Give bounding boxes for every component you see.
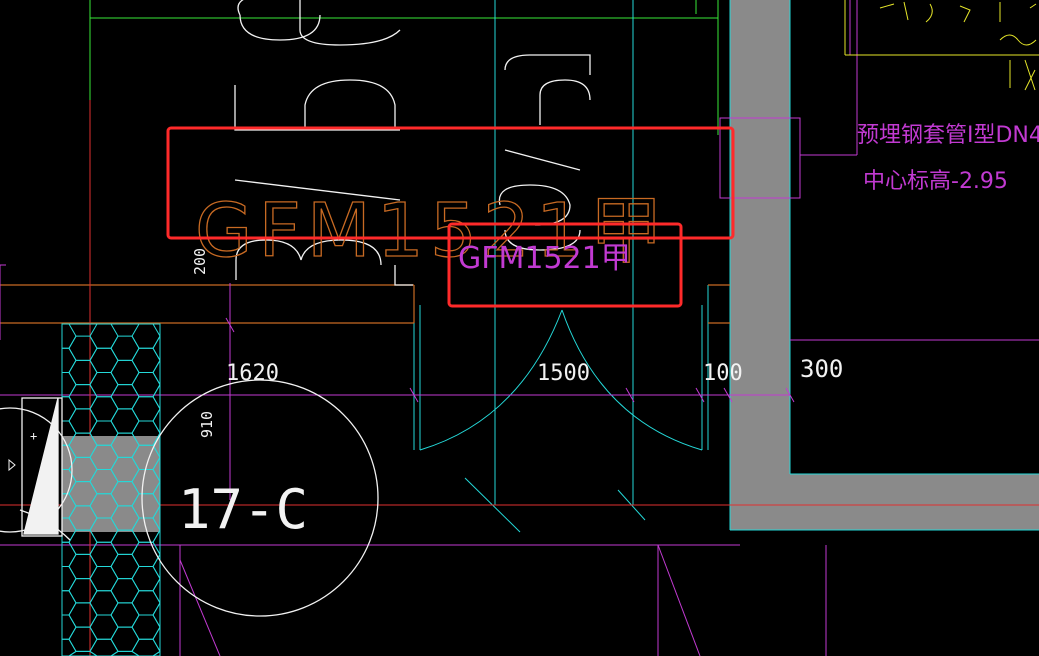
hex-cell: [61, 566, 77, 592]
hex-cell: [68, 408, 98, 434]
hex-cell: [110, 359, 140, 386]
hex-cell: [61, 347, 77, 373]
insulation-hatch: [61, 323, 161, 656]
dim-1620[interactable]: 1620: [226, 361, 279, 386]
hex-cell: [131, 638, 161, 656]
hex-cell: [110, 578, 140, 604]
hex-cell: [110, 602, 140, 628]
hex-cell: [131, 566, 161, 592]
hex-cell: [89, 590, 119, 616]
hex-cell: [68, 650, 98, 656]
hex-cell: [61, 590, 77, 616]
hex-cell: [89, 614, 119, 640]
hex-cell: [152, 407, 161, 435]
hex-cell: [68, 626, 98, 652]
hex-cell: [131, 347, 161, 373]
hex-cell: [61, 323, 77, 349]
hex-cell: [61, 372, 77, 398]
dim-1500[interactable]: 1500: [537, 361, 590, 386]
marker-symbols: +: [8, 429, 37, 472]
hex-cell: [61, 396, 77, 422]
hex-cell: [89, 347, 119, 373]
hex-cell: [110, 529, 140, 555]
hex-cell: [152, 650, 161, 656]
dim-910[interactable]: 910: [198, 411, 216, 438]
dim-200[interactable]: 200: [191, 248, 209, 275]
hex-cell: [152, 358, 161, 387]
hex-cell: [131, 396, 161, 422]
hex-cell: [110, 384, 140, 410]
hex-cell: [61, 638, 77, 656]
hex-cell: [110, 553, 140, 580]
hex-cell: [68, 359, 98, 386]
hex-cell: [152, 576, 161, 605]
hex-cell: [68, 602, 98, 628]
grid-lines: [89, 0, 719, 135]
hex-cell: [68, 553, 98, 580]
hex-cell: [68, 335, 98, 361]
axis-label-17c[interactable]: 17-C: [178, 478, 308, 541]
cad-drawing-viewport[interactable]: GFM1521甲 GFM1521甲 1620 1500 100 300 200 …: [0, 0, 1039, 656]
pipe-note-line1[interactable]: 预埋钢套管I型DN4(: [857, 123, 1039, 148]
hex-cell: [110, 335, 140, 361]
hex-cell: [89, 638, 119, 656]
concrete-wall: [729, 0, 1039, 531]
hex-cell: [68, 529, 98, 555]
hex-cell: [152, 625, 161, 654]
dim-300[interactable]: 300: [800, 355, 843, 383]
hex-cell: [131, 372, 161, 398]
hex-cell: [89, 372, 119, 398]
hex-cell: [68, 578, 98, 604]
hex-cell: [152, 334, 161, 363]
door-label-small[interactable]: GFM1521甲: [458, 241, 631, 276]
hex-cell: [131, 590, 161, 616]
hex-cell: [89, 323, 119, 349]
hex-cell: [110, 650, 140, 656]
hex-cell: [89, 541, 119, 567]
hex-cell: [61, 614, 77, 640]
cad-canvas[interactable]: GFM1521甲 GFM1521甲 1620 1500 100 300 200 …: [0, 0, 1039, 656]
hex-cell: [152, 382, 161, 411]
pipe-note-line2[interactable]: 中心标高-2.95: [863, 169, 1008, 194]
hex-cell: [110, 626, 140, 652]
svg-text:+: +: [30, 429, 37, 443]
dim-100[interactable]: 100: [703, 361, 743, 386]
hex-cell: [152, 601, 161, 629]
hex-cell: [89, 396, 119, 422]
hex-cell: [89, 566, 119, 592]
hex-cell: [110, 408, 140, 434]
hex-cell: [61, 541, 77, 567]
orange-wall-outline: [0, 284, 730, 324]
hex-cell: [68, 384, 98, 410]
hex-cell: [131, 323, 161, 349]
hex-cell: [131, 614, 161, 640]
